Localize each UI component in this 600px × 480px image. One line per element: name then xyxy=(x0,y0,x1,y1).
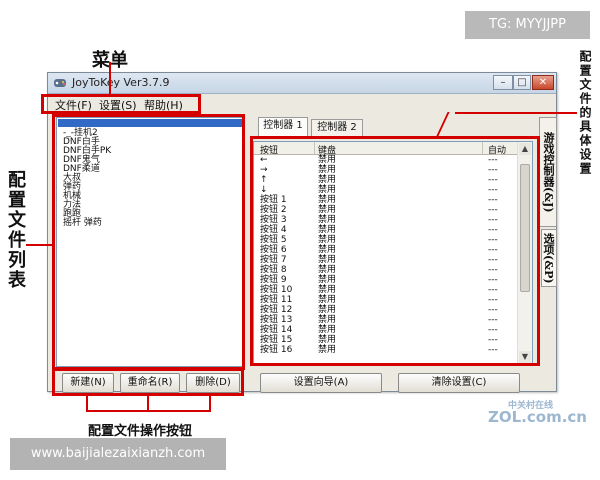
profile-list-highlight-box xyxy=(52,114,245,370)
menu-highlight-box xyxy=(41,94,201,114)
tab-game-controller[interactable]: 游戏控制器(&J) xyxy=(539,117,557,227)
tab-controller-2[interactable]: 控制器 2 xyxy=(311,119,363,137)
details-leader-line xyxy=(455,112,577,114)
gamepad-icon xyxy=(54,79,66,87)
annotation-profile-ops: 配置文件操作按钮 xyxy=(88,424,193,439)
settings-highlight-box xyxy=(250,136,540,366)
ops-leader-line xyxy=(209,396,211,410)
window-title: JoyToKey Ver3.7.9 xyxy=(72,76,170,89)
tab-controller-1[interactable]: 控制器 1 xyxy=(258,117,308,137)
setup-wizard-button[interactable]: 设置向导(A) xyxy=(260,373,382,393)
annotation-profile-list: 配置文件列表 xyxy=(5,170,26,290)
minimize-button[interactable]: – xyxy=(493,75,513,90)
ops-leader-line xyxy=(147,396,149,410)
list-leader-line xyxy=(26,244,52,246)
telegram-overlay: TG: MYYJJPP xyxy=(465,11,590,39)
title-bar: JoyToKey Ver3.7.9 – □ ✕ xyxy=(48,73,556,94)
annotation-details: 配置文件的具体设置 xyxy=(578,50,592,176)
profile-buttons-highlight-box xyxy=(52,368,244,396)
close-button[interactable]: ✕ xyxy=(532,75,554,90)
menu-leader-line xyxy=(109,62,111,94)
maximize-button[interactable]: □ xyxy=(513,75,531,90)
watermark-en: ZOL.com.cn xyxy=(488,408,587,426)
clear-settings-button[interactable]: 清除设置(C) xyxy=(398,373,520,393)
ops-leader-line xyxy=(86,396,88,410)
ops-leader-line xyxy=(86,410,211,412)
website-overlay: www.baijialezaixianzh.com xyxy=(10,438,226,470)
tab-options[interactable]: 选项(&P) xyxy=(541,229,557,287)
